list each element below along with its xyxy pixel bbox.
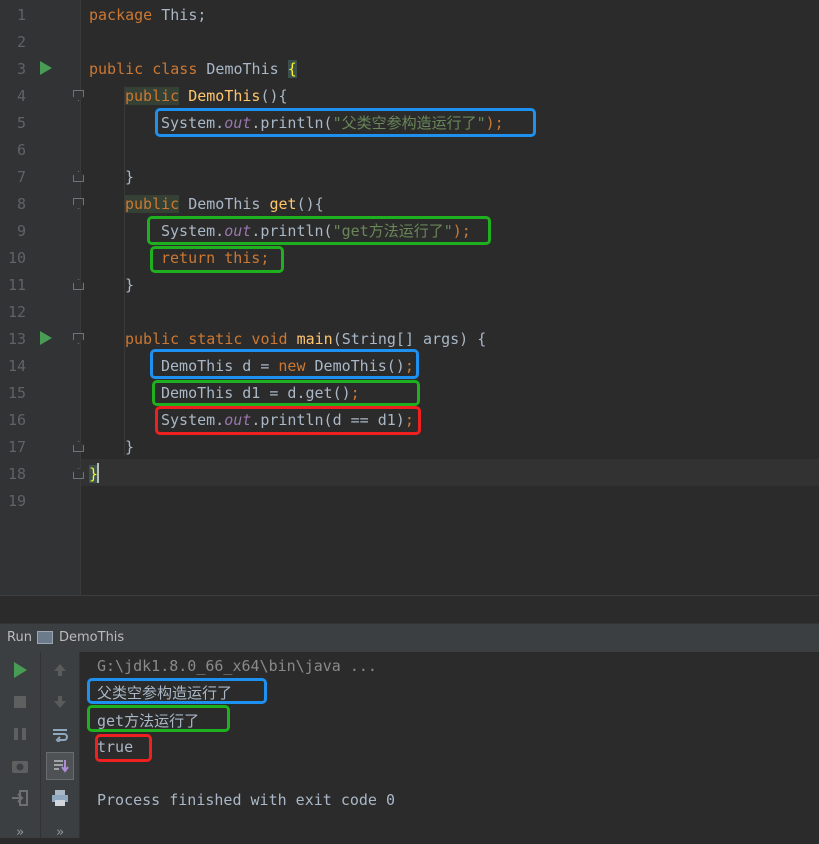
stop-icon[interactable] [8,690,32,714]
code-line-3: public class DemoThis { [89,56,297,83]
keyword: public [125,195,180,213]
line-number: 12 [7,303,26,321]
down-arrow-icon[interactable] [48,690,72,714]
more-icon[interactable]: » [8,820,32,844]
line-number: 17 [7,438,26,456]
line-number: 13 [7,330,26,348]
keyword: package [89,6,153,24]
code-token: } [125,276,135,294]
line-number: 4 [16,87,26,105]
line-number: 8 [16,195,26,213]
code-token: } [125,438,135,456]
pause-icon[interactable] [8,722,32,746]
console-finished-line: Process finished with exit code 0 [97,791,396,809]
line-number: 18 [7,465,26,483]
code-line-1: package This; [89,2,206,29]
soft-wrap-icon[interactable] [48,722,72,746]
code-token: (){ [296,195,324,213]
code-line-17: } [125,434,134,461]
line-number: 11 [7,276,26,294]
highlight-box-green [150,246,284,273]
code-token: (String[] args) { [332,330,487,348]
print-icon[interactable] [48,786,72,810]
keyword: public [125,87,180,105]
code-line-8: public DemoThis get(){ [125,191,324,218]
line-number: 1 [16,6,26,24]
run-toolbar-primary: » [0,652,41,840]
method-name: main [296,330,333,348]
line-number: 5 [16,114,26,132]
line-row: 11 [0,272,819,299]
console-output[interactable]: G:\jdk1.8.0_66_x64\bin\java ... 父类空参构造运行… [80,652,819,838]
highlight-box-green [147,216,491,245]
line-row: 7 [0,164,819,191]
keyword: public static void [125,330,288,348]
run-config-name[interactable]: DemoThis [59,630,124,645]
line-row: 18 [0,461,819,488]
line-number: 7 [16,168,26,186]
line-number: 2 [16,33,26,51]
keyword: public class [89,60,198,78]
highlight-box-red [155,406,421,435]
run-toolbar-secondary: » [41,652,80,840]
line-row: 4 [0,83,819,110]
line-row: 2 [0,29,819,56]
constructor-name: DemoThis [188,87,261,105]
run-config-icon [37,631,53,644]
line-number: 9 [16,222,26,240]
camera-icon[interactable] [8,754,32,778]
run-icon[interactable] [8,658,32,682]
line-number: 14 [7,357,26,375]
up-arrow-icon[interactable] [48,658,72,682]
line-row: 6 [0,137,819,164]
scroll-to-end-icon[interactable] [46,752,74,780]
line-row: 17 [0,434,819,461]
code-line-4: public DemoThis(){ [125,83,288,110]
line-row: 19 [0,488,819,515]
line-number: 3 [16,60,26,78]
exit-icon[interactable] [8,786,32,810]
highlight-box-green [152,380,420,406]
code-line-11: } [125,272,134,299]
line-number: 15 [7,384,26,402]
highlight-box-blue [155,108,536,137]
code-editor[interactable]: 1 2 3 4 5 6 7 8 9 10 11 12 13 14 15 16 1… [0,0,819,595]
highlight-box-blue [87,678,267,704]
run-panel-header: Run DemoThis [0,623,819,653]
line-number: 16 [7,411,26,429]
method-name: get [269,195,297,213]
line-row: 12 [0,299,819,326]
class-name: DemoThis [206,60,279,78]
line-number: 19 [7,492,26,510]
line-number: 6 [16,141,26,159]
code-token: } [125,168,135,186]
line-row: 10 [0,245,819,272]
text-caret [97,463,99,483]
line-number: 10 [7,249,26,267]
line-row: 8 [0,191,819,218]
code-token: DemoThis [179,195,270,213]
console-command-line: G:\jdk1.8.0_66_x64\bin\java ... [97,657,377,675]
brace: { [287,60,297,78]
code-text: (){ [260,87,288,105]
highlight-box-blue [150,349,419,379]
highlight-box-green [87,705,230,732]
highlight-box-red [95,734,152,762]
more-icon[interactable]: » [48,820,72,844]
code-line-7: } [125,164,134,191]
panel-divider[interactable] [0,595,819,624]
code-text: This; [152,6,207,24]
run-tab-label[interactable]: Run [7,630,32,645]
